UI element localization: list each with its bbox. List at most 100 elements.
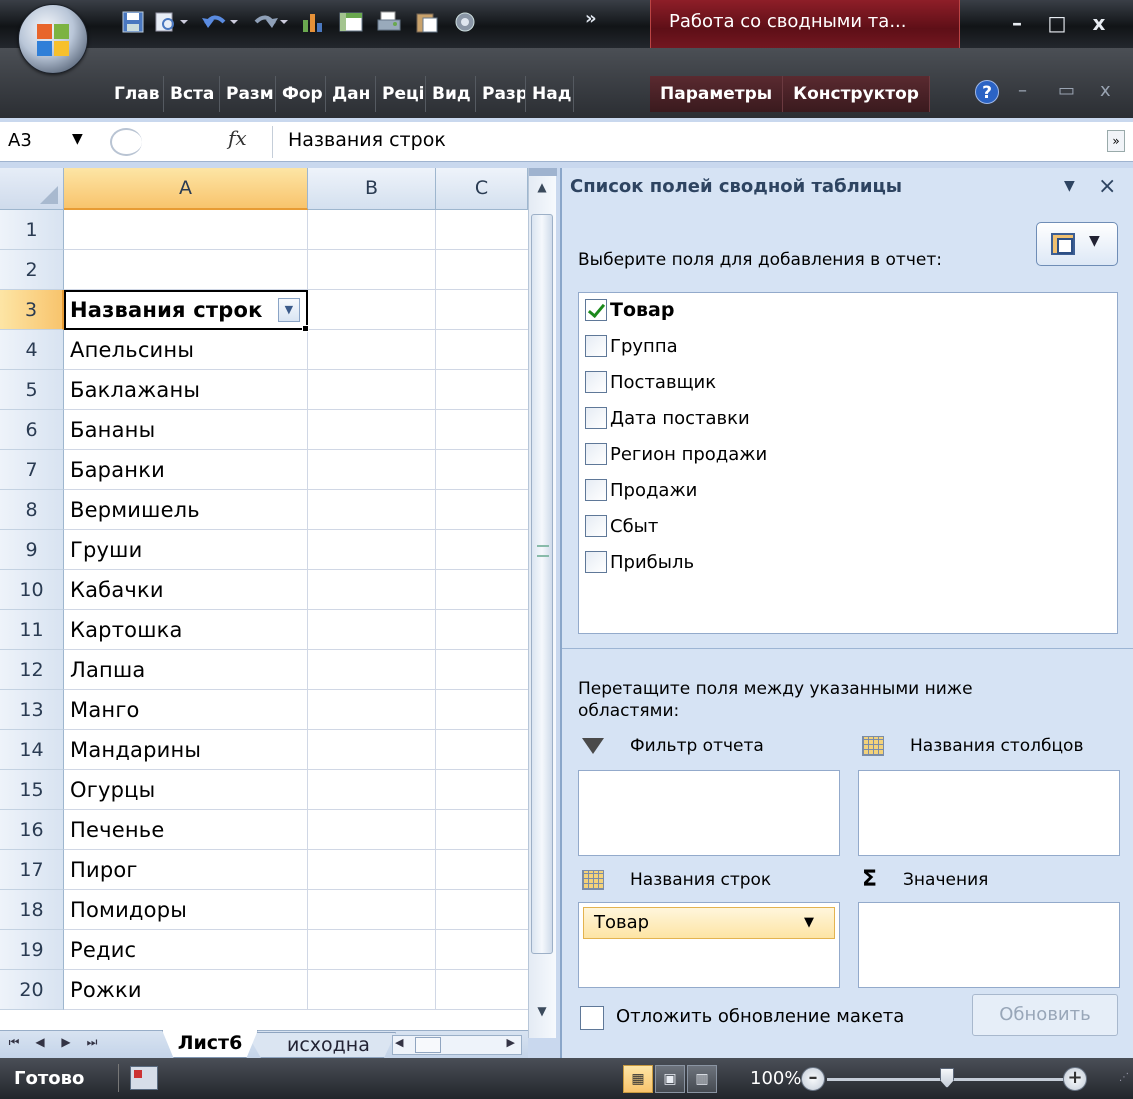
cell-a[interactable]: Печенье <box>64 810 308 850</box>
scroll-down-icon[interactable]: ▼ <box>529 998 555 1024</box>
page-break-view-icon[interactable]: ▥ <box>687 1065 717 1093</box>
print-preview-icon[interactable] <box>152 8 192 36</box>
cell-c[interactable] <box>436 850 528 890</box>
workbook-restore-button[interactable]: ▭ <box>1058 80 1075 101</box>
cell-c[interactable] <box>436 690 528 730</box>
select-all-button[interactable] <box>0 168 64 210</box>
cell-b[interactable] <box>308 570 436 610</box>
cell-c[interactable] <box>436 370 528 410</box>
field-item[interactable]: Дата поставки <box>585 405 750 431</box>
tab-addins[interactable]: Над <box>526 76 574 112</box>
paste-icon[interactable] <box>410 8 444 36</box>
row-field-dropdown-icon[interactable]: ▼ <box>804 908 814 938</box>
cell-a[interactable]: Огурцы <box>64 770 308 810</box>
cell-b[interactable] <box>308 890 436 930</box>
name-box-dropdown-icon[interactable]: ▼ <box>72 131 83 147</box>
last-sheet-icon[interactable]: ⏭ <box>82 1035 102 1050</box>
horizontal-scrollbar[interactable]: ◀ ▶ <box>392 1035 522 1055</box>
cell-b[interactable] <box>308 210 436 250</box>
cell-b[interactable] <box>308 410 436 450</box>
pane-close-icon[interactable]: × <box>1098 174 1116 199</box>
insert-function-icon[interactable]: fx <box>228 126 247 150</box>
fill-handle[interactable] <box>302 325 309 332</box>
field-item[interactable]: Сбыт <box>585 513 658 539</box>
cell-c[interactable] <box>436 530 528 570</box>
row-header[interactable]: 19 <box>0 930 64 970</box>
active-cell[interactable]: Названия строк ▼ <box>64 290 308 330</box>
cell-b[interactable] <box>308 290 436 330</box>
field-item[interactable]: Прибыль <box>585 549 694 575</box>
field-checkbox[interactable] <box>585 515 607 537</box>
cell-a[interactable]: Манго <box>64 690 308 730</box>
cell-a[interactable]: Рожки <box>64 970 308 1010</box>
expand-formula-bar-icon[interactable]: » <box>1107 130 1125 152</box>
tab-options[interactable]: Параметры <box>650 76 784 112</box>
cell-a[interactable]: Вермишель <box>64 490 308 530</box>
prev-sheet-icon[interactable]: ◀ <box>30 1035 50 1049</box>
zoom-slider-thumb[interactable] <box>940 1068 954 1088</box>
row-header[interactable]: 13 <box>0 690 64 730</box>
first-sheet-icon[interactable]: ⏮ <box>4 1035 24 1050</box>
redo-icon[interactable] <box>248 8 292 36</box>
cell-c[interactable] <box>436 250 528 290</box>
columns-drop-area[interactable] <box>858 770 1120 856</box>
cell-c[interactable] <box>436 610 528 650</box>
cell-a[interactable]: Кабачки <box>64 570 308 610</box>
save-icon[interactable] <box>118 8 148 36</box>
row-labels-filter-dropdown-icon[interactable]: ▼ <box>278 298 300 322</box>
maximize-button[interactable]: □ <box>1040 10 1074 36</box>
workbook-close-button[interactable]: x <box>1100 80 1111 101</box>
sheet-tab-source[interactable]: исходна <box>246 1032 396 1058</box>
cell-b[interactable] <box>308 490 436 530</box>
chart-icon[interactable] <box>296 8 330 36</box>
tab-design[interactable]: Конструктор <box>783 76 930 112</box>
horizontal-scroll-thumb[interactable] <box>415 1037 441 1053</box>
rows-drop-area[interactable]: Товар ▼ <box>578 902 840 988</box>
field-checkbox[interactable] <box>585 335 607 357</box>
scroll-left-icon[interactable]: ◀ <box>395 1036 403 1049</box>
cell-a[interactable]: Груши <box>64 530 308 570</box>
zoom-out-icon[interactable]: – <box>801 1067 825 1091</box>
cell-a[interactable]: Мандарины <box>64 730 308 770</box>
vertical-scroll-thumb[interactable] <box>531 214 553 954</box>
cell-b[interactable] <box>308 530 436 570</box>
tab-developer[interactable]: Разр <box>476 76 526 112</box>
cell-a[interactable]: Апельсины <box>64 330 308 370</box>
print-icon[interactable] <box>372 8 406 36</box>
sheet-tab-active[interactable]: Лист6 <box>162 1030 258 1058</box>
tab-page-layout[interactable]: Разм <box>220 76 276 112</box>
resize-grip-icon[interactable]: ⋰ <box>1119 1072 1129 1083</box>
normal-view-icon[interactable]: ▦ <box>623 1065 653 1093</box>
row-header[interactable]: 18 <box>0 890 64 930</box>
field-list-layout-button[interactable]: ▼ <box>1036 222 1118 266</box>
qat-overflow-icon[interactable]: » <box>585 8 597 29</box>
field-checkbox[interactable] <box>585 371 607 393</box>
field-checkbox[interactable] <box>585 551 607 573</box>
cell-b[interactable] <box>308 370 436 410</box>
row-header[interactable]: 16 <box>0 810 64 850</box>
row-header[interactable]: 4 <box>0 330 64 370</box>
row-header[interactable]: 2 <box>0 250 64 290</box>
cell-c[interactable] <box>436 290 528 330</box>
cell-b[interactable] <box>308 970 436 1010</box>
tab-data[interactable]: Дан <box>326 76 376 112</box>
tab-home[interactable]: Глав <box>108 76 164 112</box>
field-item[interactable]: Продажи <box>585 477 697 503</box>
cell-c[interactable] <box>436 490 528 530</box>
update-button[interactable]: Обновить <box>972 994 1118 1036</box>
pane-menu-icon[interactable]: ▼ <box>1064 178 1075 194</box>
cell-a[interactable]: Редис <box>64 930 308 970</box>
row-header[interactable]: 20 <box>0 970 64 1010</box>
row-header[interactable]: 17 <box>0 850 64 890</box>
scroll-right-icon[interactable]: ▶ <box>507 1036 515 1049</box>
cell-b[interactable] <box>308 690 436 730</box>
row-header[interactable]: 9 <box>0 530 64 570</box>
cell-b[interactable] <box>308 250 436 290</box>
values-drop-area[interactable] <box>858 902 1120 988</box>
page-layout-view-icon[interactable]: ▣ <box>655 1065 685 1093</box>
field-item[interactable]: Поставщик <box>585 369 716 395</box>
field-item[interactable]: Товар <box>585 297 674 323</box>
row-header[interactable]: 15 <box>0 770 64 810</box>
defer-update-checkbox[interactable] <box>580 1006 604 1030</box>
cell-b[interactable] <box>308 930 436 970</box>
